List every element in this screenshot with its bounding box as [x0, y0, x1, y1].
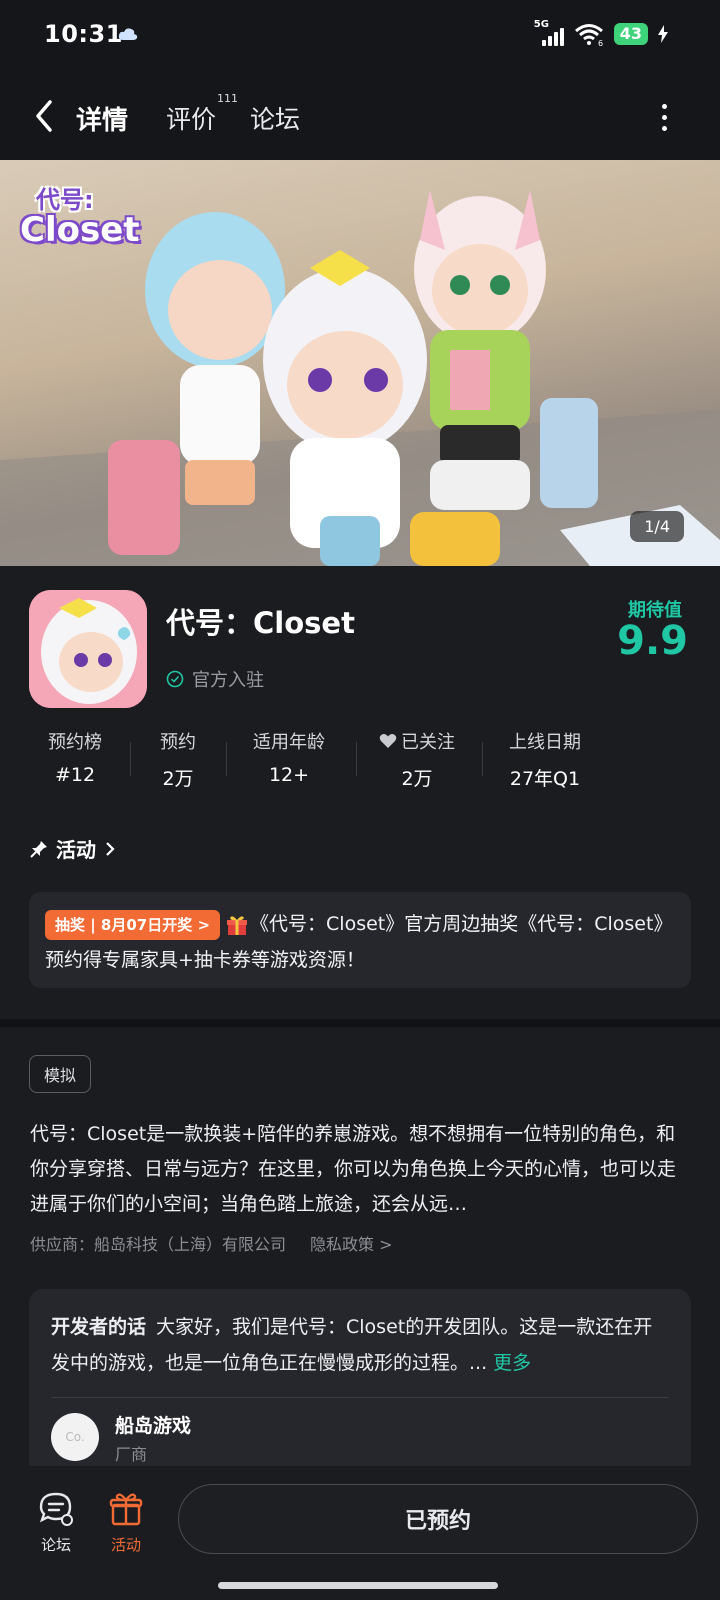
more-options-icon[interactable]	[660, 104, 668, 132]
description-text[interactable]: 代号：Closet是一款换装+陪伴的养崽游戏。想不想拥有一位特别的角色，和你分享…	[30, 1117, 690, 1222]
forum-button[interactable]: 论坛	[26, 1490, 86, 1555]
reviews-count-badge: 111	[217, 92, 238, 105]
lottery-tag[interactable]: 抽奖 | 8月07日开奖 >	[45, 909, 221, 940]
section-divider	[0, 1019, 720, 1027]
tab-details[interactable]: 详情	[76, 100, 128, 137]
official-badge: 官方入驻	[166, 666, 264, 692]
supplier-text: 供应商：船岛科技（上海）有限公司	[30, 1235, 287, 1254]
back-arrow-icon[interactable]	[30, 96, 58, 136]
top-nav: 详情 评价 111 论坛	[0, 72, 720, 160]
game-logo: 代号: Closet	[20, 186, 140, 250]
gift-box-icon	[109, 1493, 143, 1526]
banner-page-counter: 1/4	[630, 511, 684, 542]
check-circle-icon	[166, 670, 184, 688]
developer-avatar[interactable]: Co.	[51, 1413, 99, 1461]
description-section: 模拟 代号：Closet是一款换装+陪伴的养崽游戏。想不想拥有一位特别的角色，和…	[0, 1027, 720, 1509]
battery-indicator: 43	[613, 23, 648, 45]
chevron-right-icon	[106, 841, 115, 856]
heart-icon	[379, 734, 397, 748]
privacy-policy-link[interactable]: 隐私政策 >	[310, 1231, 393, 1255]
supplier-row: 供应商：船岛科技（上海）有限公司 隐私政策 >	[30, 1231, 393, 1255]
stat-rank[interactable]: 预约榜 #12	[44, 728, 106, 786]
cloud-notification-icon	[118, 28, 138, 40]
developer-note: 开发者的话 大家好，我们是代号：Closet的开发团队。这是一款还在开发中的游戏，…	[51, 1316, 653, 1374]
developer-note-label: 开发者的话	[51, 1316, 147, 1338]
expectation-score: 9.9	[617, 618, 688, 664]
activity-card[interactable]: 抽奖 | 8月07日开奖 > 《代号：Closet》官方周边抽奖《代号：Clos…	[29, 892, 691, 988]
stats-row: 预约榜 #12 预约 2万 适用年龄 12+ 已关注 2万 上线日期 27年Q1	[0, 728, 720, 798]
stat-reservations: 预约 2万	[160, 732, 196, 790]
activity-button[interactable]: 活动	[96, 1490, 156, 1555]
developer-role: 厂商	[115, 1445, 148, 1464]
pin-icon	[30, 840, 47, 858]
stat-followed[interactable]: 已关注 2万	[376, 728, 458, 791]
status-icons: 5G 6 43	[534, 19, 668, 46]
bottom-action-bar: 论坛 活动 已预约	[0, 1466, 720, 1600]
hero-banner[interactable]: 代号: Closet 1/4	[0, 160, 720, 566]
more-link[interactable]: 更多	[493, 1352, 531, 1374]
tab-forum[interactable]: 论坛	[250, 100, 300, 136]
activity-header[interactable]: 活动	[30, 834, 116, 863]
app-info-section: 代号：Closet 官方入驻 期待值 9.9 预约榜 #12 预约 2万 适用年…	[0, 566, 720, 1019]
charging-icon	[658, 25, 668, 43]
signal-icon: 5G	[534, 19, 564, 46]
stat-release-date: 上线日期 27年Q1	[509, 732, 581, 790]
tab-reviews[interactable]: 评价	[166, 100, 216, 136]
developer-name[interactable]: 船岛游戏	[115, 1411, 191, 1438]
stat-age-rating: 适用年龄 12+	[253, 732, 325, 786]
app-name: 代号：Closet	[166, 606, 355, 640]
wifi-icon: 6	[574, 24, 603, 46]
app-icon	[29, 590, 147, 708]
genre-tag[interactable]: 模拟	[29, 1055, 92, 1093]
home-indicator[interactable]	[218, 1582, 498, 1589]
status-time: 10:31	[44, 20, 123, 48]
svg-text:6: 6	[598, 39, 603, 46]
reserved-button[interactable]: 已预约	[178, 1484, 698, 1554]
forum-icon	[39, 1492, 73, 1526]
gift-icon	[227, 915, 248, 935]
status-bar: 10:31 5G 6 43	[0, 0, 720, 72]
